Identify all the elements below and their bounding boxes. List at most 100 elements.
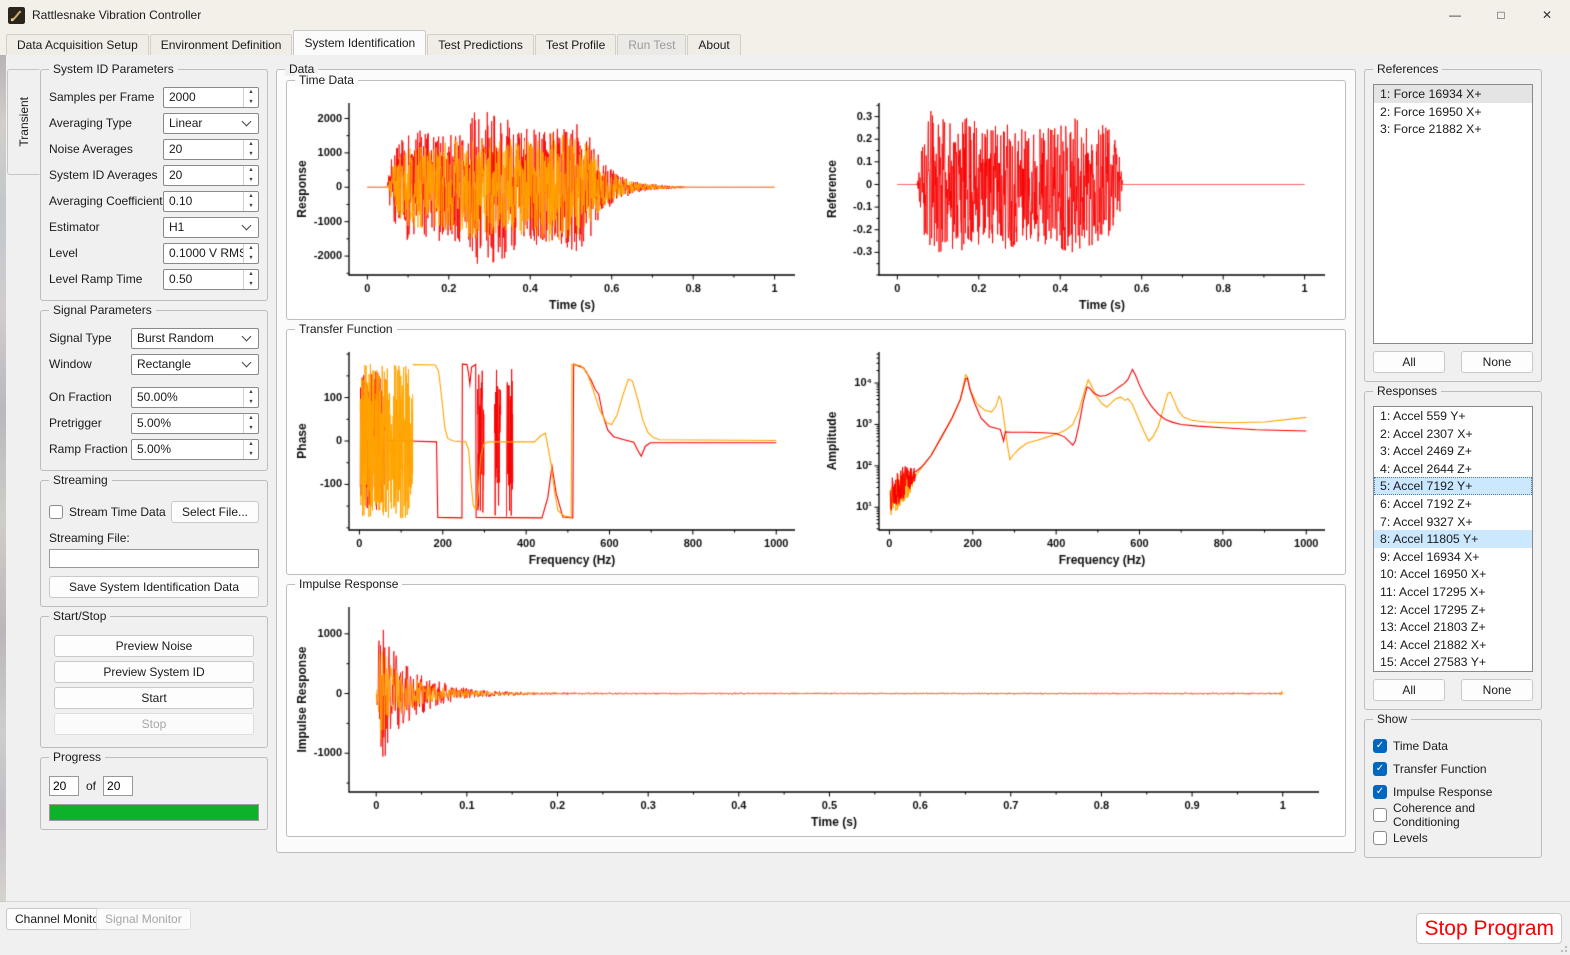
maximize-icon[interactable]: □: [1478, 0, 1524, 30]
save-system-identification-data-button[interactable]: Save System Identification Data: [49, 576, 259, 598]
tab-data-acquisition-setup[interactable]: Data Acquisition Setup: [6, 34, 149, 55]
stop-program-button[interactable]: Stop Program: [1416, 913, 1562, 944]
checkbox-unchecked-icon[interactable]: [1373, 830, 1387, 845]
progress-total-input[interactable]: [103, 776, 134, 796]
list-item[interactable]: 6: Accel 7192 Z+: [1374, 495, 1532, 513]
responses-list[interactable]: 1: Accel 559 Y+ 2: Accel 2307 X+ 3: Accel …: [1373, 406, 1533, 672]
param-row: Signal Type Burst Random: [49, 325, 259, 351]
param-spin[interactable]: 2000 ▲ ▼: [163, 86, 259, 108]
spin-up-icon[interactable]: ▲: [244, 440, 258, 450]
list-item[interactable]: 9: Accel 16934 X+: [1374, 548, 1532, 566]
select-file-button[interactable]: Select File...: [171, 501, 259, 523]
list-item[interactable]: 3: Force 21882 X+: [1374, 120, 1532, 138]
spin-arrows[interactable]: ▲ ▼: [243, 243, 258, 263]
spin-up-icon[interactable]: ▲: [244, 270, 258, 280]
param-select[interactable]: Linear: [163, 112, 259, 134]
spin-up-icon[interactable]: ▲: [244, 192, 258, 202]
preview-system-id-button[interactable]: Preview System ID: [54, 661, 254, 683]
param-spin[interactable]: 0.10 ▲ ▼: [163, 190, 259, 212]
tab-test-profile[interactable]: Test Profile: [534, 34, 617, 55]
responses-none-button[interactable]: None: [1461, 679, 1533, 701]
param-spin[interactable]: 0.1000 V RMS ▲ ▼: [163, 242, 259, 264]
impulse-response-chart: [293, 597, 1333, 832]
chevron-down-icon: [241, 116, 252, 127]
references-none-button[interactable]: None: [1461, 351, 1533, 373]
show-option[interactable]: ✓ Time Data: [1373, 734, 1533, 757]
list-item[interactable]: 4: Accel 2644 Z+: [1374, 460, 1532, 478]
spin-up-icon[interactable]: ▲: [244, 414, 258, 424]
responses-all-button[interactable]: All: [1373, 679, 1445, 701]
tab-about[interactable]: About: [687, 34, 741, 55]
streaming-file-input[interactable]: [49, 549, 259, 568]
tab-test-predictions[interactable]: Test Predictions: [427, 34, 534, 55]
param-spin[interactable]: 20 ▲ ▼: [163, 164, 259, 186]
spin-arrows[interactable]: ▲ ▼: [243, 439, 258, 459]
list-item[interactable]: 1: Accel 559 Y+: [1374, 407, 1532, 425]
spin-arrows[interactable]: ▲ ▼: [243, 191, 258, 211]
checkbox-checked-icon[interactable]: ✓: [1373, 761, 1387, 776]
param-select[interactable]: Burst Random: [131, 327, 259, 349]
tab-system-identification[interactable]: System Identification: [293, 30, 427, 55]
progress-current-input[interactable]: [49, 776, 79, 796]
list-item[interactable]: 12: Accel 17295 Z+: [1374, 601, 1532, 619]
list-item[interactable]: 15: Accel 27583 Y+: [1374, 653, 1532, 671]
spin-arrows[interactable]: ▲ ▼: [243, 413, 258, 433]
spin-down-icon[interactable]: ▼: [244, 201, 258, 211]
spin-down-icon[interactable]: ▼: [244, 253, 258, 263]
spin-arrows[interactable]: ▲ ▼: [243, 139, 258, 159]
spin-up-icon[interactable]: ▲: [244, 244, 258, 254]
checkbox-checked-icon[interactable]: ✓: [1373, 784, 1387, 799]
spin-down-icon[interactable]: ▼: [244, 397, 258, 407]
show-option[interactable]: Levels: [1373, 826, 1533, 849]
list-item[interactable]: 14: Accel 21882 X+: [1374, 636, 1532, 654]
param-row: Averaging Type Linear: [49, 110, 259, 136]
spin-arrows[interactable]: ▲ ▼: [243, 269, 258, 289]
references-all-button[interactable]: All: [1373, 351, 1445, 373]
spin-up-icon[interactable]: ▲: [244, 140, 258, 150]
spin-down-icon[interactable]: ▼: [244, 449, 258, 459]
spin-up-icon[interactable]: ▲: [244, 388, 258, 398]
list-item[interactable]: 3: Accel 2469 Z+: [1374, 442, 1532, 460]
show-option[interactable]: ✓ Transfer Function: [1373, 757, 1533, 780]
list-item[interactable]: 2: Accel 2307 X+: [1374, 425, 1532, 443]
spin-down-icon[interactable]: ▼: [244, 175, 258, 185]
param-spin[interactable]: 5.00% ▲ ▼: [131, 412, 259, 434]
list-item[interactable]: 13: Accel 21803 Z+: [1374, 618, 1532, 636]
show-option[interactable]: Coherence and Conditioning: [1373, 801, 1533, 829]
preview-noise-button[interactable]: Preview Noise: [54, 635, 254, 657]
param-value: 20: [169, 142, 183, 156]
list-item[interactable]: 10: Accel 16950 X+: [1374, 565, 1532, 583]
list-item[interactable]: 5: Accel 7192 Y+: [1374, 477, 1532, 495]
checkbox-unchecked-icon[interactable]: [1373, 807, 1387, 822]
param-select[interactable]: H1: [163, 216, 259, 238]
list-item[interactable]: 11: Accel 17295 X+: [1374, 583, 1532, 601]
checkbox-checked-icon[interactable]: ✓: [1373, 738, 1387, 753]
spin-down-icon[interactable]: ▼: [244, 279, 258, 289]
param-spin[interactable]: 50.00% ▲ ▼: [131, 386, 259, 408]
spin-down-icon[interactable]: ▼: [244, 97, 258, 107]
spin-up-icon[interactable]: ▲: [244, 166, 258, 176]
references-list[interactable]: 1: Force 16934 X+ 2: Force 16950 X+ 3: For…: [1373, 84, 1533, 344]
list-item[interactable]: 1: Force 16934 X+: [1374, 85, 1532, 103]
param-select[interactable]: Rectangle: [131, 353, 259, 375]
param-label: Ramp Fraction: [49, 442, 128, 456]
minimize-icon[interactable]: —: [1432, 0, 1478, 30]
param-spin[interactable]: 5.00% ▲ ▼: [131, 438, 259, 460]
param-spin[interactable]: 20 ▲ ▼: [163, 138, 259, 160]
resize-grip[interactable]: [1558, 943, 1568, 953]
param-spin[interactable]: 0.50 ▲ ▼: [163, 268, 259, 290]
close-icon[interactable]: ✕: [1524, 0, 1570, 30]
list-item[interactable]: 8: Accel 11805 Y+: [1374, 530, 1532, 548]
tab-transient[interactable]: Transient: [7, 69, 40, 175]
start-button[interactable]: Start: [54, 687, 254, 709]
spin-down-icon[interactable]: ▼: [244, 149, 258, 159]
spin-arrows[interactable]: ▲ ▼: [243, 87, 258, 107]
spin-up-icon[interactable]: ▲: [244, 88, 258, 98]
tab-environment-definition[interactable]: Environment Definition: [149, 34, 293, 55]
spin-arrows[interactable]: ▲ ▼: [243, 165, 258, 185]
stream-time-data-checkbox[interactable]: [49, 505, 63, 519]
spin-arrows[interactable]: ▲ ▼: [243, 387, 258, 407]
list-item[interactable]: 7: Accel 9327 X+: [1374, 513, 1532, 531]
spin-down-icon[interactable]: ▼: [244, 423, 258, 433]
list-item[interactable]: 2: Force 16950 X+: [1374, 103, 1532, 121]
